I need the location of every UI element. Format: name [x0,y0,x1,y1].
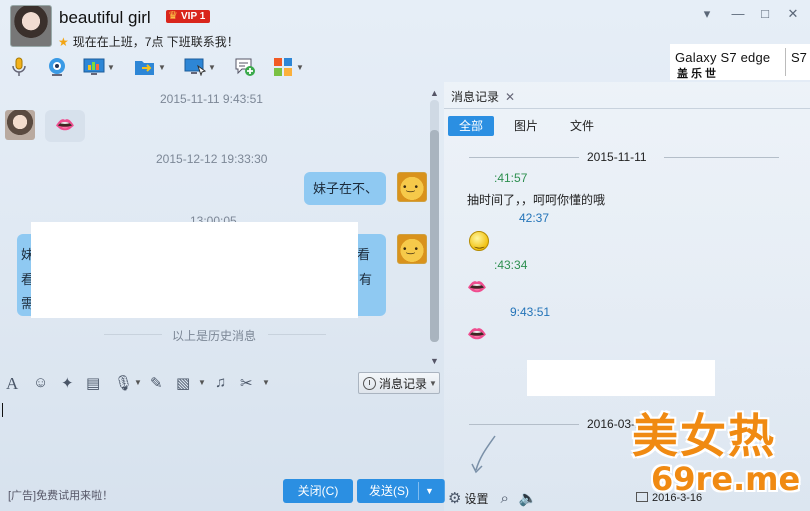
speaker-icon[interactable]: 🔈 [519,489,538,507]
microphone-icon[interactable] [8,55,30,79]
close-tab-icon[interactable]: ✕ [505,90,515,104]
voice-dropdown-icon[interactable]: ▼ [134,378,142,387]
divider-line [104,334,162,335]
add-chat-icon[interactable] [234,55,256,79]
filter-tab-files[interactable]: 文件 [562,116,602,136]
close-window-button[interactable]: ✕ [784,6,802,22]
timestamp: 2015-12-12 19:33:30 [156,152,268,166]
footer-ad-link[interactable]: [广告]免费试用来啦！ [8,487,113,503]
history-tab-label: 消息记录 [451,90,500,104]
filter-tab-images[interactable]: 图片 [506,116,546,136]
send-options-icon[interactable]: ▼ [425,479,434,503]
date-line [469,157,579,158]
message-history-button[interactable]: 消息记录 ▼ [358,372,440,394]
watermark-url: 69re.me [651,460,801,498]
history-footer: ⚙ 设置 ⌕ 🔈 [448,488,588,508]
self-avatar[interactable] [397,234,427,264]
chat-scrollbar[interactable] [430,100,439,342]
panel-divider [444,108,810,109]
history-time: :41:57 [494,171,528,185]
history-divider-text: 以上是历史消息 [172,329,257,343]
history-message: 抽时间了，，呵呵你懂的哦 [467,193,606,207]
screen-share-icon[interactable]: ▼ [83,55,115,79]
ad-divider [785,48,786,76]
lips-emoji-icon: 👄 [467,279,487,296]
history-time: :43:34 [494,258,528,272]
maximize-button[interactable]: □ [756,6,774,21]
watermark-text: 美女热 [632,409,776,463]
edit-icon[interactable]: ✎ [150,374,163,392]
send-button[interactable]: 发送(S) ▼ [357,479,445,503]
history-date: 2015-11-11 [587,150,647,164]
text-cursor [2,403,3,417]
magic-icon[interactable]: ✦ [61,374,74,392]
send-divider [418,482,419,500]
remote-desktop-icon[interactable]: ▼ [184,55,216,79]
calendar-icon [636,492,648,502]
smiley-emoji-icon [469,231,489,251]
message-fragment: 有 [359,272,373,287]
apps-icon[interactable]: ▼ [272,55,304,79]
emoji-icon[interactable]: ☺ [33,374,48,391]
filter-tab-all[interactable]: 全部 [448,116,494,136]
dropdown-icon[interactable]: ▾ [698,6,716,22]
image-icon[interactable]: ▧ [176,374,190,392]
lips-emoji-icon: 👄 [467,326,487,343]
send-label: 发送(S) [369,484,409,498]
redaction-mask [31,222,358,318]
clock-icon [363,376,376,390]
ad-line3: S7 [791,50,807,65]
video-clip-icon[interactable]: ▤ [86,374,100,392]
history-time: 42:37 [519,211,550,225]
contact-avatar[interactable] [10,5,52,47]
file-transfer-icon[interactable]: ▼ [134,55,166,79]
screenshot-icon[interactable]: ✂ [240,374,253,392]
message-bubble[interactable]: 👄 [45,110,85,142]
ad-line2: 盖乐世 [677,68,719,80]
vip-badge[interactable]: VIP 1 [166,9,211,23]
history-time: 9:43:51 [510,305,551,319]
close-button[interactable]: 关闭(C) [283,479,353,503]
screenshot-dropdown-icon[interactable]: ▼ [262,378,270,387]
status-text: 现在在上班，7点 下班联系我！ [72,35,239,49]
minimize-button[interactable]: — [729,6,747,21]
lips-emoji-icon: 👄 [55,117,75,134]
redaction-mask [527,360,715,396]
timestamp: 2015-11-11 9:43:51 [160,92,263,106]
gear-icon[interactable]: ⚙ [448,489,461,507]
date-line [664,157,779,158]
history-tab[interactable]: 消息记录 ✕ [451,88,515,105]
chat-message-area[interactable]: 2015-11-11 9:43:51 👄 2015-12-12 19:33:30… [0,82,442,370]
scroll-down-icon[interactable]: ▼ [430,356,439,366]
contact-status: ★ 现在在上班，7点 下班联系我！ [58,33,239,50]
contact-avatar-small[interactable] [5,110,35,140]
music-icon[interactable]: ♫ [215,374,226,391]
font-icon[interactable]: A [6,374,18,394]
scroll-up-icon[interactable]: ▲ [430,88,439,98]
contact-name[interactable]: beautiful girl [59,8,151,28]
ad-banner[interactable]: Galaxy S7 edge 盖乐世 S7 [670,44,810,80]
chevron-down-icon: ▼ [429,378,437,388]
settings-link[interactable]: 设置 [464,490,488,507]
message-bubble-self[interactable]: 妹子在不、 [304,172,386,205]
chat-toolbar: ▼ ▼ ▼ ▼ [0,55,330,81]
video-call-icon[interactable] [46,55,68,79]
message-input[interactable] [0,397,442,479]
search-icon[interactable]: ⌕ [500,490,508,507]
pointer-arrow-icon [471,435,496,474]
voice-icon[interactable]: 🎙 [114,374,133,392]
message-fragment: 看 [357,247,371,262]
self-avatar[interactable] [397,172,427,202]
star-icon: ★ [58,35,69,49]
date-line [469,424,579,425]
divider-line [268,334,326,335]
ad-line1: Galaxy S7 edge [675,50,771,65]
image-dropdown-icon[interactable]: ▼ [198,378,206,387]
history-button-label: 消息记录 [379,376,428,391]
scrollbar-thumb[interactable] [430,130,439,342]
